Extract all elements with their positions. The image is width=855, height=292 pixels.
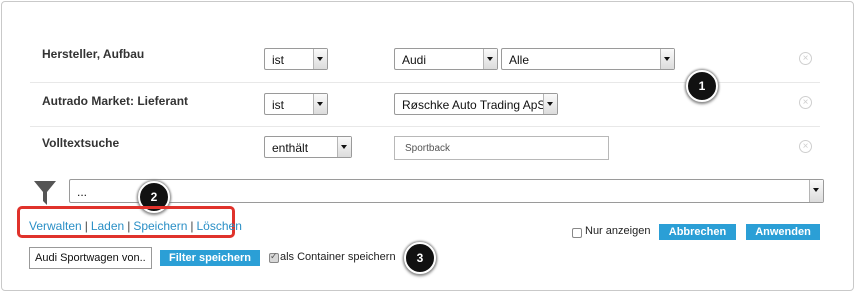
operator-select[interactable]: ist [264, 93, 328, 115]
body-type-select[interactable]: Alle [501, 48, 675, 70]
saved-filter-value: ... [77, 185, 88, 199]
fulltext-input[interactable]: Sportback [394, 136, 609, 160]
filter-name-value: Audi Sportwagen von.. [35, 252, 146, 264]
dropdown-arrow-icon [337, 137, 351, 157]
remove-circle-icon[interactable]: × [799, 96, 812, 109]
remove-circle-icon[interactable]: × [799, 140, 812, 153]
container-save-label: als Container speichern [280, 251, 396, 263]
dropdown-arrow-icon [313, 94, 327, 114]
link-separator: | [190, 219, 194, 233]
callout-badge-3: 3 [404, 242, 436, 274]
dropdown-arrow-icon [809, 180, 823, 202]
manufacturer-value: Audi [402, 53, 427, 67]
save-filter-button[interactable]: Filter speichern [160, 250, 260, 266]
apply-button[interactable]: Anwenden [746, 224, 820, 240]
filter-label: Hersteller, Aufbau [42, 47, 145, 61]
manufacturer-select[interactable]: Audi [394, 48, 498, 70]
fulltext-value: Sportback [405, 143, 451, 154]
manage-link[interactable]: Verwalten [29, 219, 82, 233]
dropdown-arrow-icon [543, 94, 557, 114]
dropdown-arrow-icon [483, 49, 497, 69]
operator-value: ist [272, 98, 284, 112]
filter-name-input[interactable]: Audi Sportwagen von.. [29, 247, 152, 269]
link-separator: | [127, 219, 131, 233]
dropdown-arrow-icon [313, 49, 327, 69]
save-link[interactable]: Speichern [133, 219, 187, 233]
supplier-select[interactable]: Røschke Auto Trading ApS [394, 93, 558, 115]
saved-filter-select[interactable]: ... [69, 179, 824, 203]
operator-value: ist [272, 53, 284, 67]
operator-select[interactable]: ist [264, 48, 328, 70]
container-save-checkbox[interactable] [269, 251, 279, 263]
load-link[interactable]: Laden [91, 219, 124, 233]
cancel-button[interactable]: Abbrechen [659, 224, 736, 240]
callout-badge-1: 1 [686, 70, 718, 102]
delete-link[interactable]: Löschen [197, 219, 242, 233]
body-type-value: Alle [509, 53, 530, 67]
only-show-label: Nur anzeigen [585, 225, 651, 237]
link-separator: | [84, 219, 88, 233]
filter-actions-links: Verwalten | Laden | Speichern | Löschen [29, 219, 242, 233]
remove-circle-icon[interactable]: × [799, 52, 812, 65]
filter-label: Autrado Market: Lieferant [42, 94, 189, 108]
operator-value: enthält [272, 141, 309, 155]
operator-select[interactable]: enthält [264, 136, 352, 158]
filter-label: Volltextsuche [42, 136, 120, 150]
supplier-value: Røschke Auto Trading ApS [402, 98, 546, 112]
dropdown-arrow-icon [660, 49, 674, 69]
funnel-icon [34, 181, 56, 205]
only-show-checkbox[interactable] [572, 228, 582, 238]
